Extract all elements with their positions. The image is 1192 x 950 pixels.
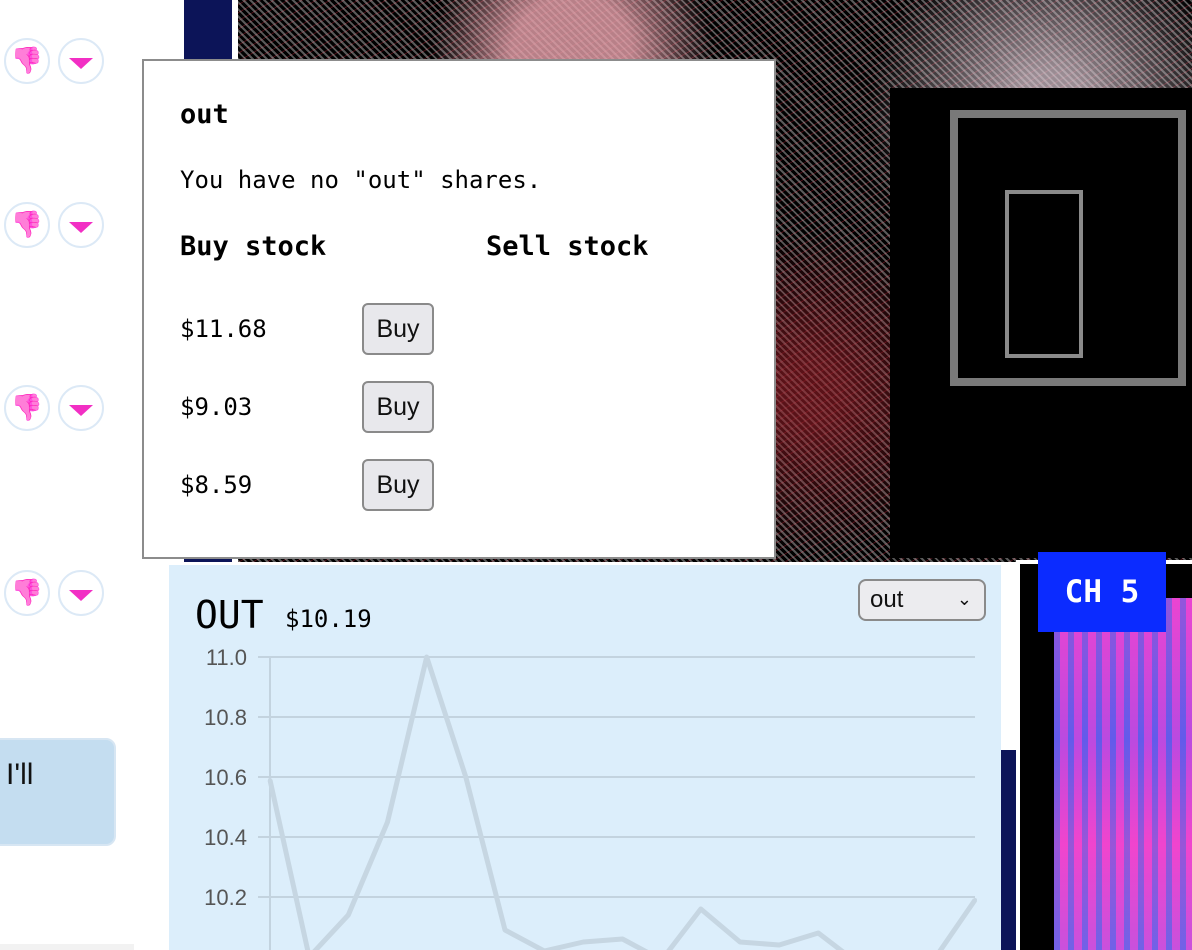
triangle-down-icon xyxy=(69,57,93,69)
y-tick-label: 10.8 xyxy=(204,705,247,730)
y-tick-label: 10.2 xyxy=(204,885,247,910)
price-point xyxy=(620,937,625,941)
price-point xyxy=(738,940,742,944)
divider xyxy=(1000,746,1016,950)
buy-button[interactable]: Buy xyxy=(362,381,434,433)
collapse-button[interactable] xyxy=(58,570,104,616)
chevron-down-icon: ⌄ xyxy=(956,589,972,609)
stock-chart-panel: 11.0 10.8 10.6 10.4 10.2 OUT $10.19 out ⌄ xyxy=(169,565,1001,950)
stock-trade-popover: out You have no "out" shares. Buy stock … xyxy=(142,59,776,559)
price-point xyxy=(973,898,977,902)
price-point xyxy=(385,820,390,824)
price-point xyxy=(816,931,821,935)
y-tick-label: 10.4 xyxy=(204,825,247,850)
thumbs-down-icon: 👎 xyxy=(10,210,44,240)
thumbs-down-button[interactable]: 👎 xyxy=(4,570,50,616)
chat-message-text: I'll xyxy=(6,758,34,791)
thumbs-down-icon: 👎 xyxy=(10,46,44,76)
thumbs-down-button[interactable]: 👎 xyxy=(4,202,50,248)
stock-select-value: out xyxy=(870,586,904,613)
price-point xyxy=(268,778,272,782)
sell-stock-heading: Sell stock xyxy=(486,231,649,262)
triangle-down-icon xyxy=(69,589,93,601)
thumbs-down-button[interactable]: 👎 xyxy=(4,385,50,431)
vote-row: 👎 xyxy=(4,202,114,252)
stock-ticker: OUT xyxy=(195,593,264,637)
stock-select[interactable]: out ⌄ xyxy=(858,579,986,621)
buy-offer-row: $11.68 Buy xyxy=(180,303,440,355)
stock-price: $10.19 xyxy=(285,605,372,633)
channel-video-thumbnail[interactable] xyxy=(1054,598,1192,950)
channel-label: CH 5 xyxy=(1064,574,1140,610)
buy-offer-row: $8.59 Buy xyxy=(180,459,440,511)
thumbs-down-icon: 👎 xyxy=(10,393,44,423)
triangle-down-icon xyxy=(69,404,93,416)
y-tick-label: 11.0 xyxy=(206,645,247,670)
buy-button[interactable]: Buy xyxy=(362,459,434,511)
thumbs-down-icon: 👎 xyxy=(10,578,44,608)
vote-row: 👎 xyxy=(4,385,114,435)
price-point xyxy=(424,655,429,659)
price-point xyxy=(698,907,703,911)
offer-price: $9.03 xyxy=(180,393,253,421)
collapse-button[interactable] xyxy=(58,202,104,248)
price-point xyxy=(777,943,782,947)
price-point xyxy=(581,940,586,944)
popover-title: out xyxy=(180,99,229,130)
offer-price: $8.59 xyxy=(180,471,253,499)
vote-row: 👎 xyxy=(4,38,114,88)
price-point xyxy=(463,775,468,779)
shares-message: You have no "out" shares. xyxy=(180,166,542,194)
price-series-line xyxy=(267,654,978,950)
price-point xyxy=(346,913,351,917)
y-tick-label: 10.6 xyxy=(204,765,247,790)
vote-row: 👎 xyxy=(4,570,114,620)
chat-message-bubble: I'll xyxy=(0,738,116,846)
collapse-button[interactable] xyxy=(58,38,104,84)
channel-badge: CH 5 xyxy=(1038,552,1166,632)
offer-price: $11.68 xyxy=(180,315,267,343)
thumbs-down-button[interactable]: 👎 xyxy=(4,38,50,84)
buy-offer-row: $9.03 Buy xyxy=(180,381,440,433)
triangle-down-icon xyxy=(69,221,93,233)
collapse-button[interactable] xyxy=(58,385,104,431)
buy-button[interactable]: Buy xyxy=(362,303,434,355)
buy-stock-heading: Buy stock xyxy=(180,231,327,262)
divider xyxy=(0,944,134,950)
price-point xyxy=(503,928,507,932)
video-image-region xyxy=(1005,190,1083,358)
